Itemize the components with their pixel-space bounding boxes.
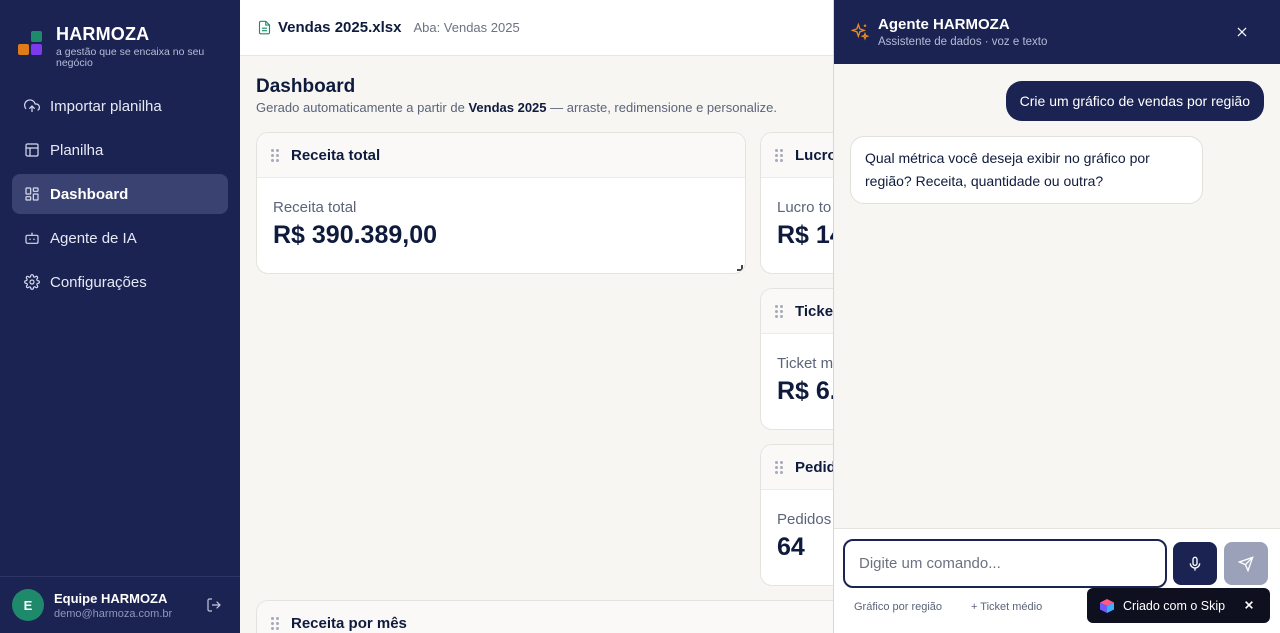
close-badge-button[interactable] [1244, 599, 1256, 611]
logout-button[interactable] [206, 597, 222, 613]
sidebar-nav: Importar planilha Planilha Dashboard Age… [12, 86, 228, 306]
drag-handle-icon[interactable] [271, 148, 281, 162]
sidebar: HARMOZA a gestão que se encaixa no seu n… [0, 0, 240, 633]
widget-title: Pedid [795, 458, 836, 476]
sidebar-item-importar-planilha[interactable]: Importar planilha [12, 86, 228, 126]
drag-handle-icon[interactable] [775, 460, 785, 474]
skip-badge-label: Criado com o Skip [1123, 598, 1226, 613]
logout-icon [207, 598, 221, 612]
kpi-label: Receita total [273, 199, 357, 216]
file-name: Vendas 2025.xlsx [278, 19, 402, 36]
table-icon [25, 143, 39, 157]
sidebar-item-label: Importar planilha [50, 97, 162, 115]
sidebar-item-label: Agente de IA [50, 229, 137, 247]
sidebar-item-planilha[interactable]: Planilha [12, 130, 228, 170]
topbar: Vendas 2025.xlsx Aba: Vendas 2025 [240, 0, 833, 56]
bot-icon [25, 232, 39, 244]
microphone-icon [1189, 556, 1201, 571]
harmoza-logo-icon [18, 31, 44, 65]
widget-receita-total[interactable]: Receita total Receita total R$ 390.389,0… [256, 132, 746, 274]
agent-panel-header: Agente HARMOZA Assistente de dados · voz… [834, 0, 1280, 64]
kpi-label: Ticket m [777, 355, 834, 372]
suggestion-chip[interactable]: Gráfico por região [854, 601, 942, 613]
command-input[interactable] [843, 539, 1167, 588]
sparkles-icon [850, 22, 870, 42]
user-message: Crie um gráfico de vendas por região [1005, 81, 1264, 121]
sidebar-item-label: Planilha [50, 141, 104, 159]
widget-title: Lucro [795, 146, 837, 164]
brand-name: HARMOZA [56, 24, 150, 44]
skip-badge[interactable]: Criado com o Skip [1087, 588, 1270, 623]
spreadsheet-file-icon [258, 20, 271, 35]
brand-tagline: a gestão que se encaixa no seu negócio [56, 46, 205, 69]
sidebar-item-dashboard[interactable]: Dashboard [12, 174, 228, 214]
page-subtitle: Gerado automaticamente a partir de Venda… [256, 100, 778, 115]
user-name: Equipe HARMOZA [54, 590, 168, 606]
sheet-name: Aba: Vendas 2025 [413, 20, 520, 35]
sidebar-item-agente-de-ia[interactable]: Agente de IA [12, 218, 228, 258]
gear-icon [24, 274, 40, 290]
kpi-value: 64 [777, 533, 805, 561]
sidebar-item-label: Dashboard [50, 185, 129, 203]
voice-input-button[interactable] [1173, 542, 1217, 585]
agent-panel: Agente HARMOZA Assistente de dados · voz… [833, 0, 1280, 633]
widget-receita-por-mes[interactable]: Receita por mês [256, 600, 906, 633]
skip-logo-icon [1100, 598, 1114, 613]
close-panel-button[interactable] [1232, 22, 1252, 42]
close-icon [1237, 27, 1247, 37]
widget-title: Receita total [291, 146, 381, 164]
widget-title: Receita por mês [291, 614, 407, 632]
widget-title: Ticket [795, 302, 839, 320]
send-button[interactable] [1224, 542, 1268, 585]
kpi-value: R$ 6. [777, 377, 837, 405]
drag-handle-icon[interactable] [775, 304, 785, 318]
drag-handle-icon[interactable] [271, 616, 281, 630]
sidebar-item-label: Configurações [50, 273, 147, 291]
assistant-message: Qual métrica você deseja exibir no gráfi… [850, 136, 1203, 204]
kpi-label: Lucro to [777, 199, 832, 216]
avatar[interactable]: E [12, 589, 44, 621]
agent-subtitle: Assistente de dados · voz e texto [878, 36, 1048, 48]
suggestion-chip[interactable]: + Ticket médio [971, 601, 1042, 613]
close-icon [1245, 601, 1253, 609]
page-title: Dashboard [256, 76, 356, 97]
user-profile: E Equipe HARMOZA demo@harmoza.com.br [0, 576, 240, 633]
brand[interactable]: HARMOZA a gestão que se encaixa no seu n… [18, 24, 216, 69]
agent-title: Agente HARMOZA [878, 16, 1010, 33]
sidebar-item-configuracoes[interactable]: Configurações [12, 262, 228, 302]
send-icon [1238, 555, 1254, 572]
drag-handle-icon[interactable] [775, 148, 785, 162]
upload-cloud-icon [24, 99, 40, 112]
layout-grid-icon [25, 187, 39, 201]
kpi-value: R$ 390.389,00 [273, 221, 438, 249]
kpi-label: Pedidos [777, 511, 832, 528]
user-email: demo@harmoza.com.br [54, 607, 173, 620]
resize-handle-icon[interactable] [737, 265, 743, 271]
